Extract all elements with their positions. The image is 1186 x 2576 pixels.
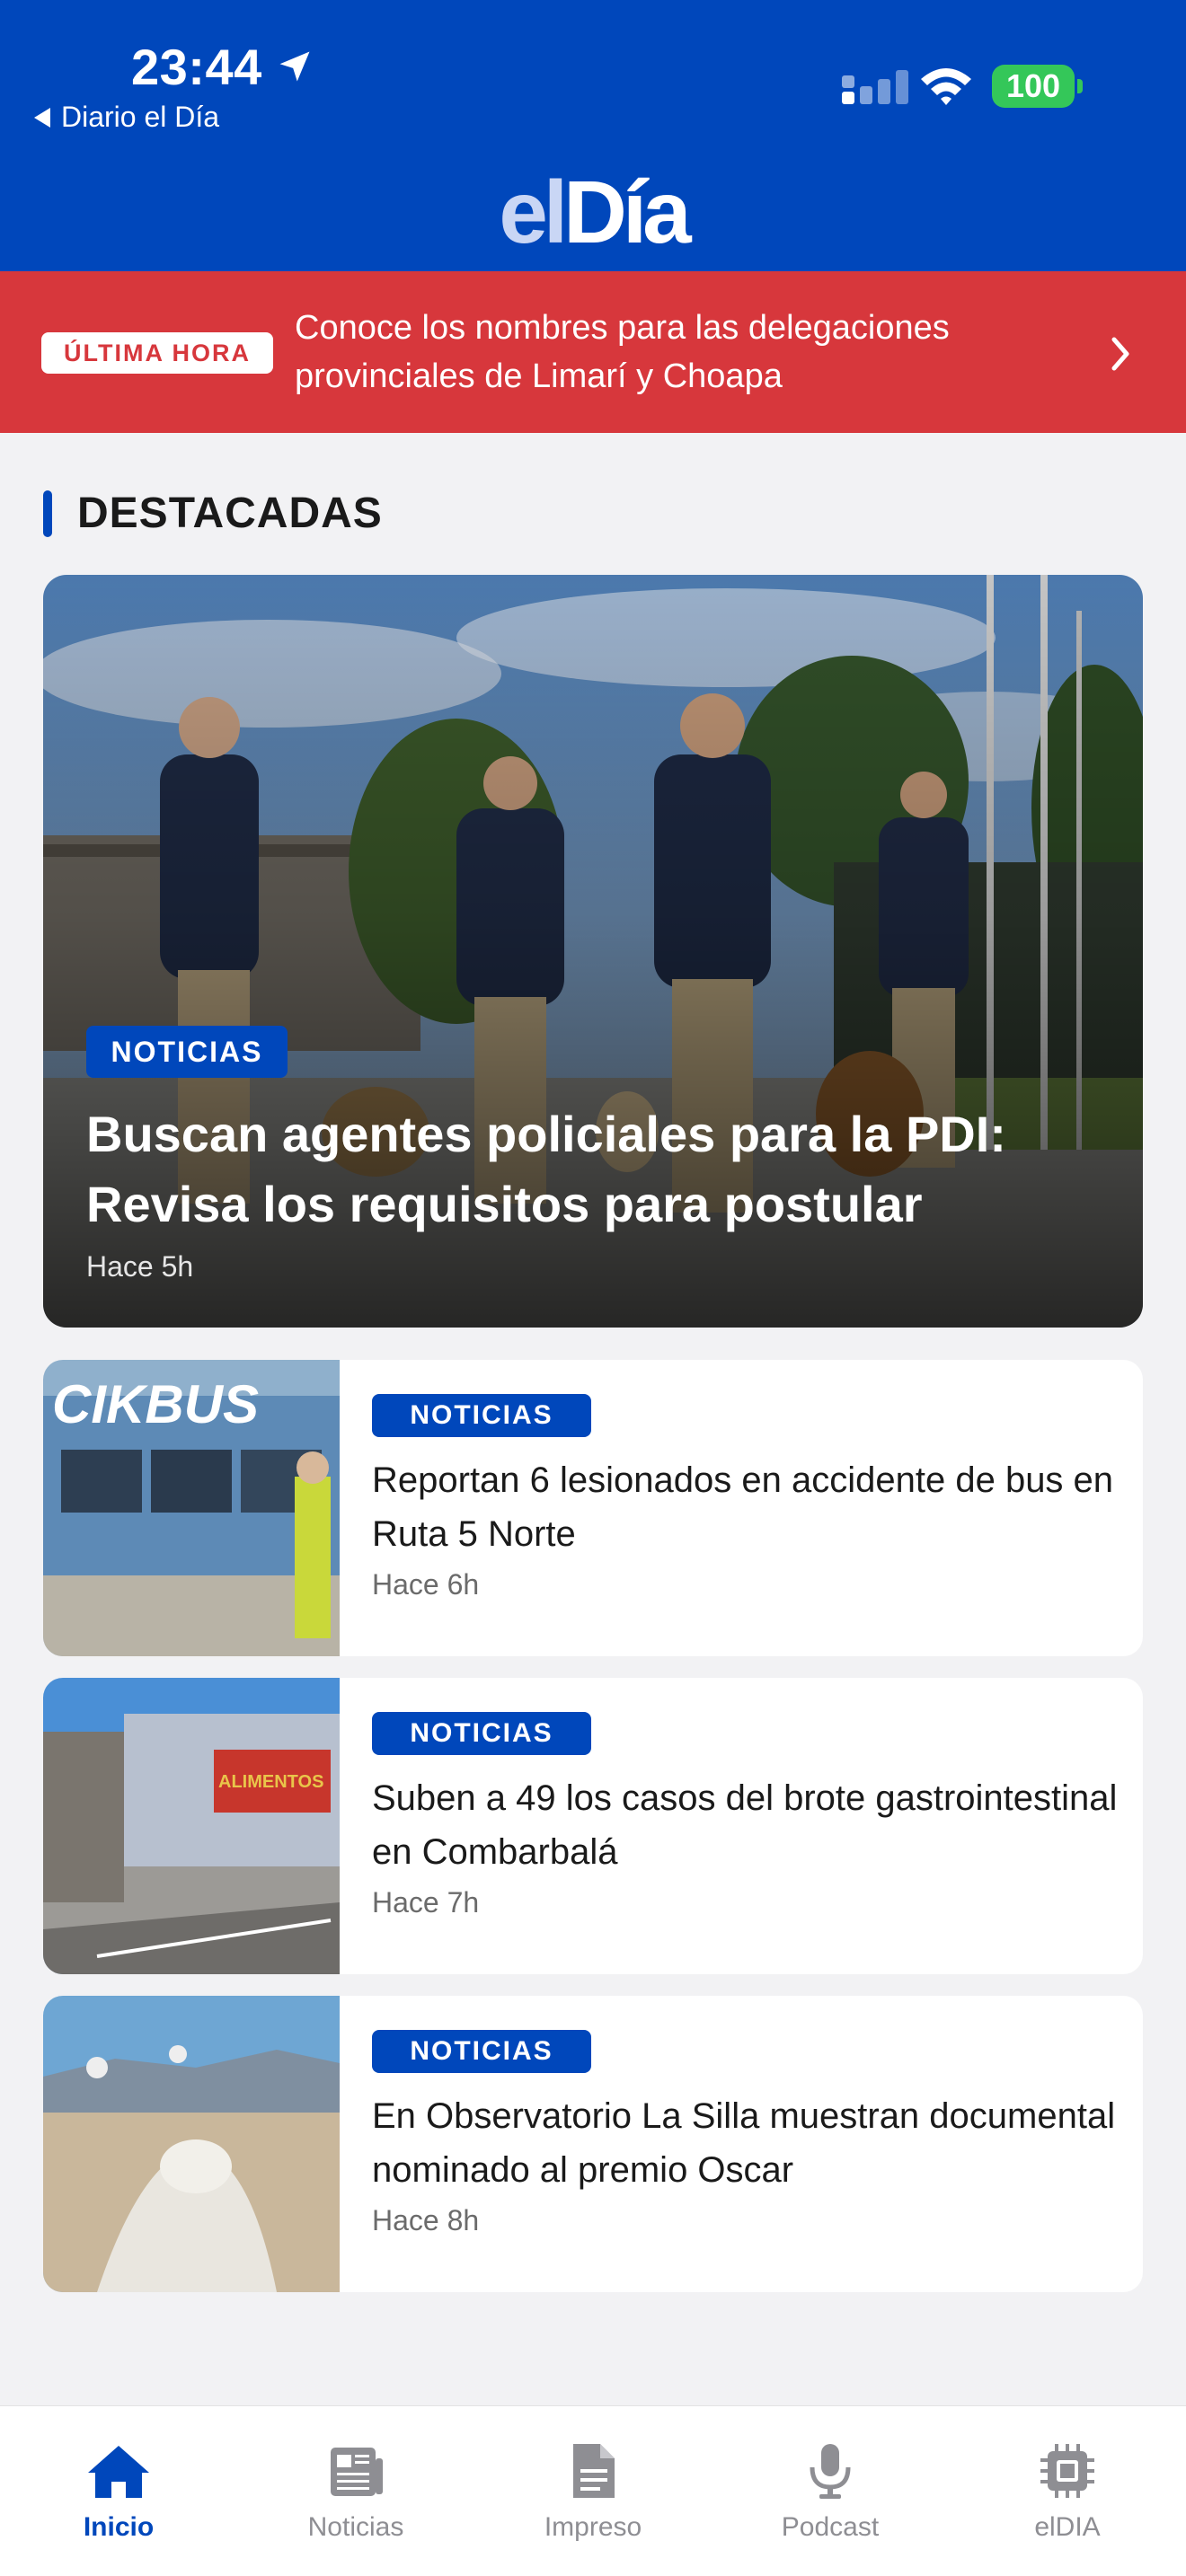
category-badge: NOTICIAS [372,1394,591,1437]
tab-eldia[interactable]: elDIA [978,2439,1157,2543]
location-arrow-icon [279,51,310,82]
section-accent-bar [43,490,52,537]
tab-noticias[interactable]: Noticias [266,2439,446,2543]
app-header: 23:44 Diario el Día 100 elDía [0,0,1186,271]
app-logo: elDía [0,167,1186,257]
chevron-right-icon[interactable] [1107,334,1134,374]
article-time: Hace 6h [372,1568,480,1601]
bottom-tab-bar: Inicio Noticias Impreso Podcast elDIA [0,2405,1186,2576]
tab-label: Podcast [781,2512,880,2542]
featured-article-time: Hace 5h [86,1250,194,1283]
wifi-icon [921,68,971,105]
featured-article-title[interactable]: Buscan agentes policiales para la PDI: R… [86,1099,1102,1239]
logo-part-dia: Día [563,163,691,261]
logo-part-el: el [499,163,568,261]
tab-impreso[interactable]: Impreso [503,2439,683,2543]
breaking-news-text[interactable]: Conoce los nombres para las delegaciones… [295,304,1085,401]
article-time: Hace 7h [372,1886,480,1919]
article-title[interactable]: Suben a 49 los casos del brote gastroint… [372,1771,1118,1879]
bus-sign-text: CIKBUS [52,1374,259,1434]
article-card[interactable]: CIKBUS NOTICIAS Reportan 6 lesionados en… [43,1360,1143,1656]
home-icon [88,2446,149,2498]
article-thumbnail: ALIMENTOS [43,1678,340,1974]
newspaper-icon [331,2448,383,2496]
back-triangle-icon [34,107,50,128]
microphone-icon [810,2444,851,2499]
featured-article-card[interactable]: NOTICIAS Buscan agentes policiales para … [43,575,1143,1328]
tab-label: Noticias [307,2512,404,2542]
chip-icon [1040,2444,1094,2498]
category-badge: NOTICIAS [86,1026,288,1078]
tab-label: Impreso [544,2512,642,2542]
building-sign-text: ALIMENTOS [218,1772,323,1792]
article-thumbnail: CIKBUS [43,1360,340,1656]
status-time: 23:44 [131,39,262,95]
article-card[interactable]: NOTICIAS En Observatorio La Silla muestr… [43,1996,1143,2292]
document-icon [573,2444,615,2498]
article-time: Hace 8h [372,2204,480,2236]
back-link-label: Diario el Día [61,101,220,133]
category-badge: NOTICIAS [372,1712,591,1755]
back-to-app-link[interactable]: Diario el Día [34,101,219,134]
breaking-news-badge: ÚLTIMA HORA [41,332,273,374]
section-title: DESTACADAS [77,490,383,537]
article-title[interactable]: En Observatorio La Silla muestran docume… [372,2089,1118,2197]
tab-inicio[interactable]: Inicio [29,2439,208,2543]
article-thumbnail [43,1996,340,2292]
tab-label: Inicio [83,2512,155,2542]
tab-podcast[interactable]: Podcast [740,2439,920,2543]
battery-indicator: 100 [992,65,1083,108]
category-badge: NOTICIAS [372,2030,591,2073]
article-card[interactable]: ALIMENTOS NOTICIAS Suben a 49 los casos … [43,1678,1143,1974]
article-title[interactable]: Reportan 6 lesionados en accidente de bu… [372,1453,1118,1561]
tab-label: elDIA [1034,2512,1101,2542]
